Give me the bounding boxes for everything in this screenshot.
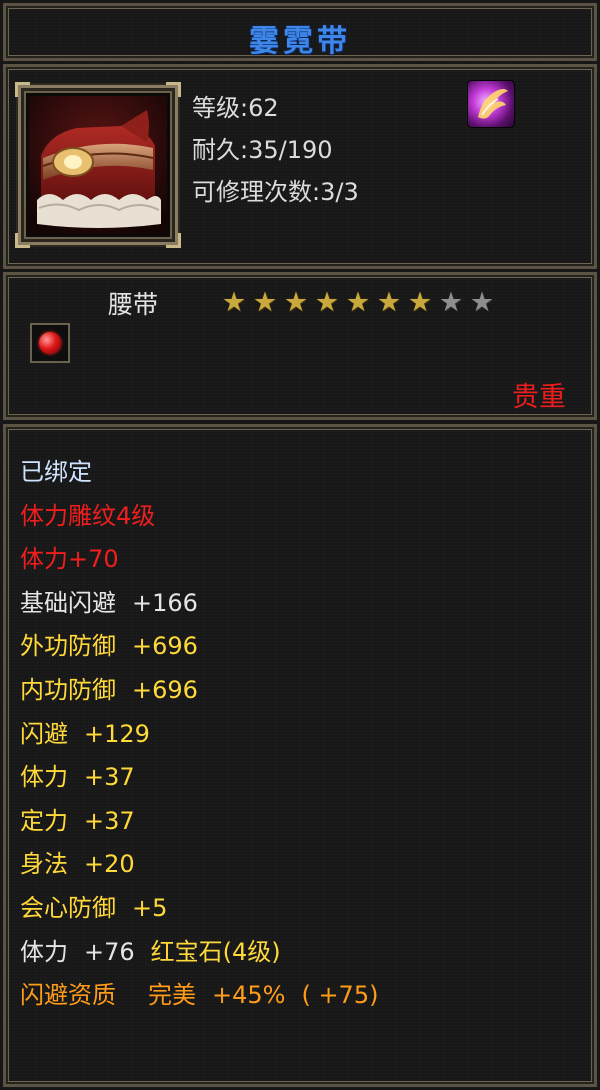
star-rating: ★ ★ ★ ★ ★ ★ ★ ★ ★ <box>221 289 495 316</box>
stat-dodge-quality: 闪避资质 完美 +45%( +75) <box>20 981 379 1010</box>
star-filled-icon: ★ <box>407 287 433 318</box>
star-filled-icon: ★ <box>345 287 371 318</box>
rarity-label: 贵重 <box>512 382 566 413</box>
stat-vitality: 体力 +37 <box>20 763 135 792</box>
item-icon-frame[interactable] <box>15 82 181 248</box>
bound-status: 已绑定 <box>20 458 92 486</box>
level-text: 等级:62 <box>192 94 279 122</box>
stat-crit-defense: 会心防御 +5 <box>20 893 168 922</box>
star-filled-icon: ★ <box>314 287 340 318</box>
engrave-bonus-line: 体力+70 <box>20 545 119 574</box>
item-name: 霎霓带 <box>249 24 351 59</box>
durability-text: 耐久:35/190 <box>192 136 333 164</box>
star-empty-icon: ★ <box>469 287 495 318</box>
gem-slot[interactable] <box>30 323 70 363</box>
attribute-section: 已绑定 体力雕纹4级 体力+70 基础闪避 +166 外功防御 +696 内功防御 +… <box>3 424 597 1087</box>
star-empty-icon: ★ <box>438 287 464 318</box>
engrave-line: 体力雕纹4级 <box>20 501 156 530</box>
repair-count-text: 可修理次数:3/3 <box>192 178 359 206</box>
star-filled-icon: ★ <box>376 287 402 318</box>
pink-phoenix-skill-icon[interactable] <box>468 81 514 127</box>
stat-focus: 定力 +37 <box>20 806 135 835</box>
title-bar: 霎霓带 <box>3 3 597 61</box>
item-type-section: 腰带 ★ ★ ★ ★ ★ ★ ★ ★ ★ 贵重 <box>3 272 597 420</box>
red-gem-icon <box>39 332 61 354</box>
item-header: 等级:62 耐久:35/190 可修理次数:3/3 <box>3 64 597 269</box>
stat-agility: 身法 +20 <box>20 850 135 879</box>
item-tooltip: 霎霓带 等级:62 耐久:35/190 可修理次数:3/3 腰带 ★ ★ ★ ★… <box>0 0 600 1090</box>
item-type-label: 腰带 <box>108 290 159 319</box>
stat-dodge: 闪避 +129 <box>20 719 150 748</box>
red-fur-belt-icon <box>29 96 167 234</box>
attribute-list: 已绑定 体力雕纹4级 体力+70 基础闪避 +166 外功防御 +696 内功防御 +… <box>20 451 378 1018</box>
star-filled-icon: ★ <box>283 287 309 318</box>
star-filled-icon: ★ <box>252 287 278 318</box>
basic-info: 等级:62 耐久:35/190 可修理次数:3/3 <box>192 87 359 213</box>
stat-base-dodge: 基础闪避 +166 <box>20 588 198 617</box>
stat-outer-defense: 外功防御 +696 <box>20 632 198 661</box>
stat-gem-bonus: 体力 +76 红宝石(4级) <box>20 937 281 966</box>
stat-inner-defense: 内功防御 +696 <box>20 675 198 704</box>
star-filled-icon: ★ <box>221 287 247 318</box>
